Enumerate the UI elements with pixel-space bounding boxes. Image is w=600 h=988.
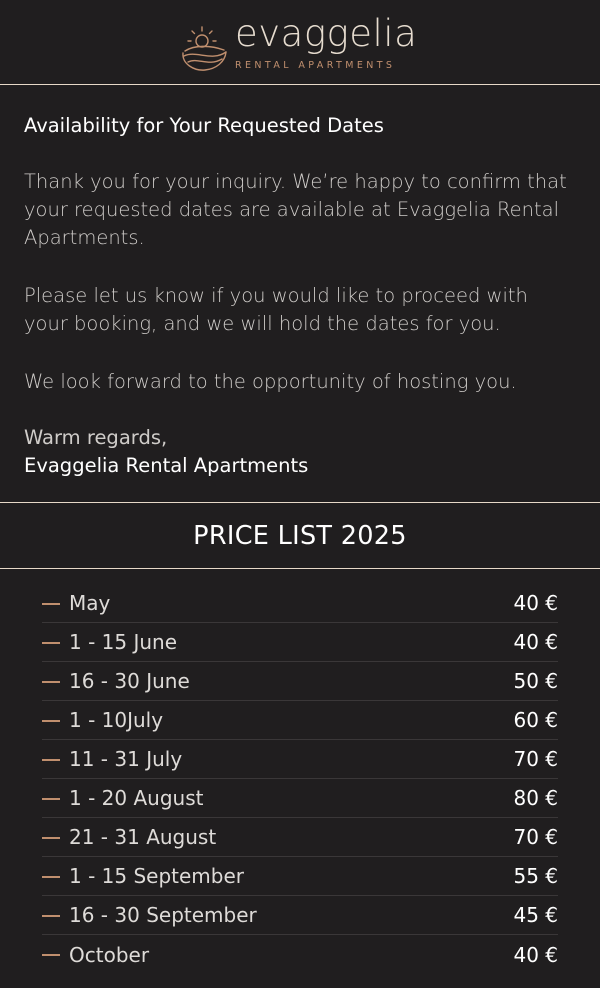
message-paragraph: We look forward to the opportunity of ho… <box>24 370 517 393</box>
price-list-title: PRICE LIST 2025 <box>193 520 407 551</box>
price-period: 16 - 30 June <box>69 669 190 693</box>
dash-icon <box>42 641 60 644</box>
price-row: 1 - 10July 60 € <box>42 701 558 740</box>
dash-icon <box>42 954 60 956</box>
price-row: 21 - 31 August 70 € <box>42 818 558 857</box>
price-amount: 60 € <box>513 708 558 732</box>
price-amount: 40 € <box>513 591 558 615</box>
price-period: 11 - 31 July <box>69 747 183 771</box>
price-amount: 70 € <box>513 747 558 771</box>
price-row: 16 - 30 June 50 € <box>42 662 558 701</box>
header: evaggelia RENTAL APARTMENTS <box>0 0 600 85</box>
price-row: 11 - 31 July 70 € <box>42 740 558 779</box>
price-row: 1 - 15 June 40 € <box>42 623 558 662</box>
dash-icon <box>42 914 60 917</box>
price-amount: 45 € <box>513 903 558 927</box>
price-list-banner: PRICE LIST 2025 <box>0 502 600 569</box>
message-title: Availability for Your Requested Dates <box>24 114 384 137</box>
brand-name: evaggelia <box>235 12 418 55</box>
dash-icon <box>42 719 60 722</box>
price-period: 21 - 31 August <box>69 825 217 849</box>
price-row: 1 - 15 September 55 € <box>42 857 558 896</box>
signoff: Warm regards, Evaggelia Rental Apartment… <box>24 424 576 480</box>
brand-logo: evaggelia RENTAL APARTMENTS <box>180 13 420 74</box>
closing-text: Warm regards, <box>24 426 168 449</box>
price-row: May 40 € <box>42 584 558 623</box>
price-amount: 55 € <box>513 864 558 888</box>
dash-icon <box>42 758 60 761</box>
price-period: 16 - 30 September <box>69 903 257 927</box>
sun-waves-logo-icon <box>182 26 227 71</box>
price-row: 16 - 30 September 45 € <box>42 896 558 935</box>
price-amount: 40 € <box>513 630 558 654</box>
price-period: October <box>69 942 150 967</box>
dash-icon <box>42 836 60 839</box>
price-amount: 80 € <box>513 786 558 810</box>
price-period: 1 - 10July <box>69 708 164 732</box>
dash-icon <box>42 875 60 878</box>
price-period: 1 - 15 September <box>69 864 245 888</box>
price-amount: 40 € <box>513 942 558 967</box>
signature: Evaggelia Rental Apartments <box>24 454 309 477</box>
message-paragraph: Thank you for your inquiry. We’re happy … <box>24 170 567 249</box>
price-row: October 40 € <box>42 935 558 974</box>
price-period: 1 - 15 June <box>69 630 178 654</box>
price-period: May <box>69 591 111 615</box>
price-list: May 40 € 1 - 15 June 40 € 16 - 30 June 5… <box>42 584 558 974</box>
message-paragraph: Please let us know if you would like to … <box>24 284 528 335</box>
dash-icon <box>42 797 60 800</box>
price-amount: 70 € <box>513 825 558 849</box>
price-amount: 50 € <box>513 669 558 693</box>
dash-icon <box>42 680 60 683</box>
message-body: Availability for Your Requested Dates Th… <box>0 114 600 480</box>
brand-subtitle: RENTAL APARTMENTS <box>235 60 396 71</box>
dash-icon <box>42 602 60 605</box>
price-period: 1 - 20 August <box>69 786 204 810</box>
price-row: 1 - 20 August 80 € <box>42 779 558 818</box>
